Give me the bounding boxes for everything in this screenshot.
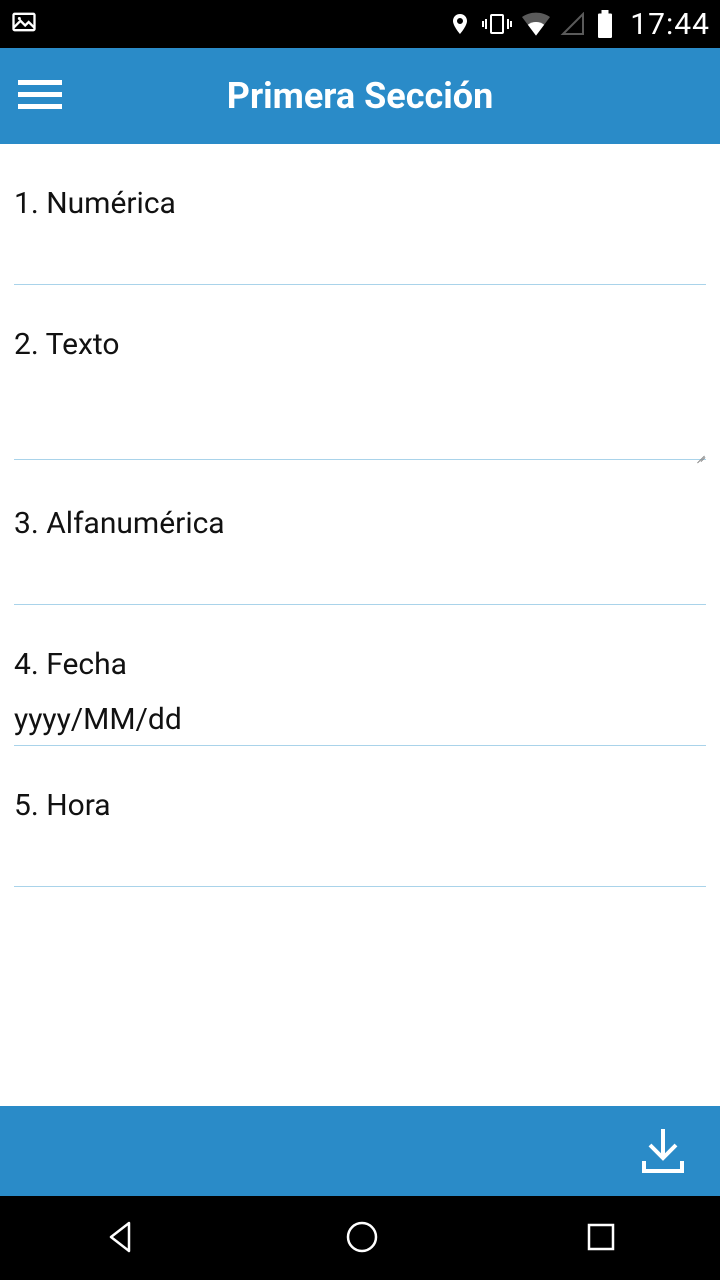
battery-icon <box>596 10 614 38</box>
numerica-input[interactable] <box>14 229 706 285</box>
nav-back-button[interactable] <box>71 1207 171 1270</box>
status-bar: 17:44 <box>0 0 720 48</box>
location-icon <box>448 10 472 38</box>
clock-text: 17:44 <box>630 7 710 42</box>
nav-home-button[interactable] <box>312 1207 412 1270</box>
app-bar: Primera Sección <box>0 48 720 144</box>
field-label: 5. Hora <box>14 788 706 823</box>
form-content: 1. Numérica 2. Texto 3. Alfanumérica 4. … <box>0 144 720 1106</box>
nav-bar <box>0 1196 720 1280</box>
fecha-input[interactable] <box>14 690 706 746</box>
field-label: 1. Numérica <box>14 186 706 221</box>
field-label: 4. Fecha <box>14 647 706 682</box>
cell-signal-icon <box>560 12 586 36</box>
field-alfanumerica: 3. Alfanumérica <box>14 464 706 605</box>
action-bar <box>0 1106 720 1196</box>
page-title: Primera Sección <box>227 75 494 117</box>
download-button[interactable] <box>636 1123 690 1180</box>
field-numerica: 1. Numérica <box>14 144 706 285</box>
field-hora: 5. Hora <box>14 746 706 887</box>
download-icon <box>636 1165 690 1180</box>
field-texto: 2. Texto <box>14 285 706 464</box>
field-label: 2. Texto <box>14 327 706 362</box>
image-icon <box>10 8 38 40</box>
resize-handle-icon <box>694 450 706 462</box>
hamburger-icon <box>18 100 62 115</box>
hora-input[interactable] <box>14 831 706 887</box>
wifi-icon <box>522 12 550 36</box>
alfanumerica-input[interactable] <box>14 549 706 605</box>
back-icon <box>101 1245 141 1260</box>
field-label: 3. Alfanumérica <box>14 506 706 541</box>
home-icon <box>342 1245 382 1260</box>
menu-button[interactable] <box>18 78 62 115</box>
vibrate-icon <box>482 10 512 38</box>
recent-icon <box>583 1243 619 1258</box>
nav-recent-button[interactable] <box>553 1209 649 1268</box>
texto-input[interactable] <box>14 370 706 460</box>
field-fecha: 4. Fecha <box>14 605 706 746</box>
